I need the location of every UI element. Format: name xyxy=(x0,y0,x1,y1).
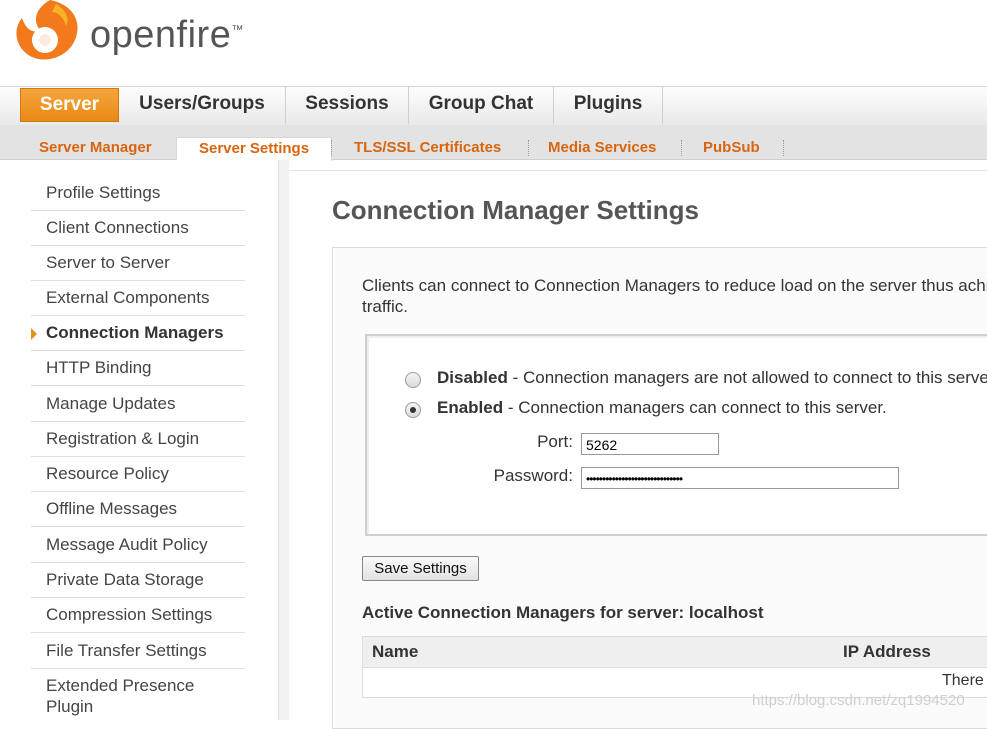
sub-nav: Server Manager Server Settings TLS/SSL C… xyxy=(0,125,987,161)
sidebar-item-registration-login[interactable]: Registration & Login xyxy=(31,422,245,457)
sidebar-item-label: Compression Settings xyxy=(46,605,213,624)
sidebar: Profile Settings Client Connections Serv… xyxy=(0,160,278,720)
port-label: Port: xyxy=(537,432,573,451)
connection-managers-table: Name IP Address There are no xyxy=(362,636,987,698)
sidebar-item-label: HTTP Binding xyxy=(46,358,152,377)
sidebar-item-label: Connection Managers xyxy=(46,323,224,342)
sidebar-item-label: Server to Server xyxy=(46,253,170,272)
sidebar-item-label: Resource Policy xyxy=(46,464,169,483)
header: openfire™ xyxy=(0,0,987,86)
tab-users-groups[interactable]: Users/Groups xyxy=(119,87,286,124)
sidebar-item-extended-presence-plugin[interactable]: Extended Presence Plugin xyxy=(31,669,245,729)
page-description: Clients can connect to Connection Manage… xyxy=(362,275,987,317)
sidebar-item-label: External Components xyxy=(46,288,210,307)
subtab-divider xyxy=(681,140,682,156)
active-arrow-icon xyxy=(31,328,37,340)
sidebar-item-manage-updates[interactable]: Manage Updates xyxy=(31,387,245,422)
sidebar-item-offline-messages[interactable]: Offline Messages xyxy=(31,492,245,527)
tab-server[interactable]: Server xyxy=(20,88,119,122)
tab-sessions[interactable]: Sessions xyxy=(286,87,409,124)
watermark: https://blog.csdn.net/zq1994520 xyxy=(752,692,965,709)
sidebar-item-label: Manage Updates xyxy=(46,394,176,413)
subtab-server-settings[interactable]: Server Settings xyxy=(176,137,333,161)
subtab-tls-ssl-certificates[interactable]: TLS/SSL Certificates xyxy=(354,137,501,159)
sidebar-item-label: Registration & Login xyxy=(46,429,200,448)
sidebar-item-label: Client Connections xyxy=(46,218,189,237)
disabled-option-label: Disabled - Connection managers are not a… xyxy=(437,368,987,387)
sidebar-item-label-line2: Plugin xyxy=(46,697,94,716)
save-settings-button[interactable]: Save Settings xyxy=(362,556,479,581)
disabled-radio[interactable] xyxy=(405,372,421,388)
password-input[interactable]: •••••••••••••••••••••••••••••• xyxy=(581,467,899,489)
sidebar-item-label: Private Data Storage xyxy=(46,570,204,589)
radio-selected-dot xyxy=(410,407,416,413)
description-line: traffic. xyxy=(362,297,408,316)
sidebar-item-label: Offline Messages xyxy=(46,499,178,518)
page-title: Connection Manager Settings xyxy=(332,195,699,225)
sidebar-item-label: Extended Presence xyxy=(46,676,195,695)
openfire-logo-icon xyxy=(16,0,78,60)
sidebar-item-private-data-storage[interactable]: Private Data Storage xyxy=(31,563,245,598)
tab-group-chat[interactable]: Group Chat xyxy=(409,87,554,124)
sidebar-item-label: Message Audit Policy xyxy=(46,535,208,554)
sidebar-item-compression-settings[interactable]: Compression Settings xyxy=(31,598,245,633)
port-input[interactable]: 5262 xyxy=(581,433,719,455)
password-label: Password: xyxy=(493,466,573,485)
sidebar-item-http-binding[interactable]: HTTP Binding xyxy=(31,351,245,386)
subtab-media-services[interactable]: Media Services xyxy=(548,137,656,159)
enabled-radio[interactable] xyxy=(405,402,421,418)
active-managers-heading: Active Connection Managers for server: l… xyxy=(362,603,764,622)
settings-panel: Clients can connect to Connection Manage… xyxy=(332,247,987,729)
sidebar-item-message-audit-policy[interactable]: Message Audit Policy xyxy=(31,528,245,563)
sidebar-item-resource-policy[interactable]: Resource Policy xyxy=(31,457,245,492)
sidebar-item-label: File Transfer Settings xyxy=(46,641,207,660)
sidebar-item-profile-settings[interactable]: Profile Settings xyxy=(31,176,245,211)
sidebar-item-server-to-server[interactable]: Server to Server xyxy=(31,246,245,281)
brand-name: openfire™ xyxy=(90,14,244,56)
subtab-divider xyxy=(528,140,529,156)
tab-plugins[interactable]: Plugins xyxy=(554,87,663,124)
sidebar-item-connection-managers[interactable]: Connection Managers xyxy=(31,316,245,351)
subtab-divider xyxy=(783,140,784,156)
subtab-server-manager[interactable]: Server Manager xyxy=(39,137,152,159)
sidebar-item-file-transfer-settings[interactable]: File Transfer Settings xyxy=(31,634,245,669)
sidebar-separator xyxy=(278,160,289,720)
column-header-name: Name xyxy=(372,642,419,661)
table-header: Name IP Address xyxy=(363,637,987,668)
description-line: Clients can connect to Connection Manage… xyxy=(362,276,987,295)
subtab-pubsub[interactable]: PubSub xyxy=(703,137,760,159)
empty-table-message: There are no xyxy=(942,672,987,689)
subtab-divider xyxy=(331,140,332,156)
sidebar-item-label: Profile Settings xyxy=(46,183,161,202)
connection-options-box: Disabled - Connection managers are not a… xyxy=(365,334,987,536)
column-header-ip-address: IP Address xyxy=(843,642,931,661)
sidebar-item-client-connections[interactable]: Client Connections xyxy=(31,211,245,246)
enabled-option-label: Enabled - Connection managers can connec… xyxy=(437,398,887,417)
main-content: Connection Manager Settings Clients can … xyxy=(289,170,987,729)
sidebar-item-external-components[interactable]: External Components xyxy=(31,281,245,316)
main-nav: Server Users/Groups Sessions Group Chat … xyxy=(0,86,987,126)
